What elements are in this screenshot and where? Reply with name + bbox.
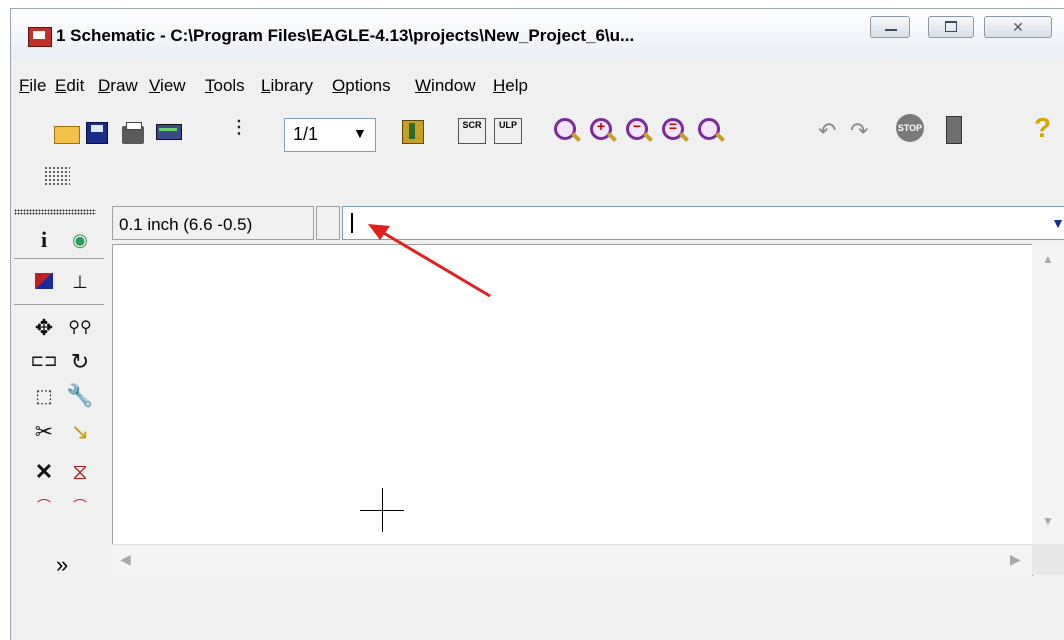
annotation-arrow [368,224,491,298]
